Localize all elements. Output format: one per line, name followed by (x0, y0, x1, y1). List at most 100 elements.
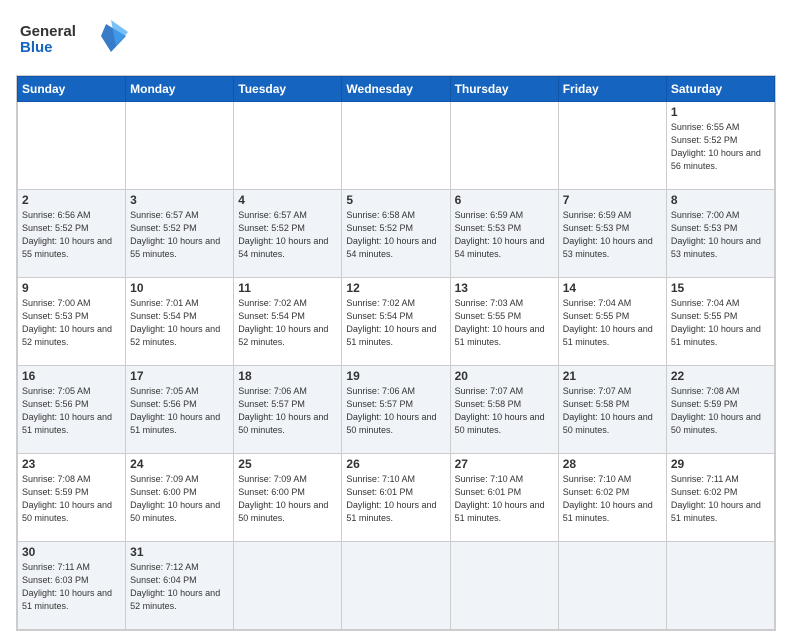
logo: General Blue (16, 16, 136, 65)
day-number: 30 (22, 545, 121, 559)
day-cell-23: 23 Sunrise: 7:08 AMSunset: 5:59 PMDaylig… (18, 454, 126, 542)
day-cell-6: 6 Sunrise: 6:59 AMSunset: 5:53 PMDayligh… (450, 190, 558, 278)
day-number: 20 (455, 369, 554, 383)
day-number: 6 (455, 193, 554, 207)
day-info: Sunrise: 7:09 AMSunset: 6:00 PMDaylight:… (130, 473, 229, 525)
day-info: Sunrise: 7:07 AMSunset: 5:58 PMDaylight:… (563, 385, 662, 437)
day-cell-13: 13 Sunrise: 7:03 AMSunset: 5:55 PMDaylig… (450, 278, 558, 366)
week-row-2: 2 Sunrise: 6:56 AMSunset: 5:52 PMDayligh… (18, 190, 775, 278)
day-info: Sunrise: 7:01 AMSunset: 5:54 PMDaylight:… (130, 297, 229, 349)
day-number: 31 (130, 545, 229, 559)
day-info: Sunrise: 6:59 AMSunset: 5:53 PMDaylight:… (455, 209, 554, 261)
day-cell-7: 7 Sunrise: 6:59 AMSunset: 5:53 PMDayligh… (558, 190, 666, 278)
day-number: 14 (563, 281, 662, 295)
calendar: SundayMondayTuesdayWednesdayThursdayFrid… (16, 75, 776, 631)
day-cell-30: 30 Sunrise: 7:11 AMSunset: 6:03 PMDaylig… (18, 542, 126, 630)
day-info: Sunrise: 6:57 AMSunset: 5:52 PMDaylight:… (238, 209, 337, 261)
day-number: 29 (671, 457, 770, 471)
day-info: Sunrise: 7:05 AMSunset: 5:56 PMDaylight:… (22, 385, 121, 437)
week-row-6: 30 Sunrise: 7:11 AMSunset: 6:03 PMDaylig… (18, 542, 775, 630)
day-number: 17 (130, 369, 229, 383)
day-info: Sunrise: 7:07 AMSunset: 5:58 PMDaylight:… (455, 385, 554, 437)
day-cell-20: 20 Sunrise: 7:07 AMSunset: 5:58 PMDaylig… (450, 366, 558, 454)
page: General Blue SundayMondayTuesdayWednesda… (0, 0, 792, 612)
day-info: Sunrise: 7:00 AMSunset: 5:53 PMDaylight:… (22, 297, 121, 349)
day-cell-2: 2 Sunrise: 6:56 AMSunset: 5:52 PMDayligh… (18, 190, 126, 278)
day-cell-17: 17 Sunrise: 7:05 AMSunset: 5:56 PMDaylig… (126, 366, 234, 454)
empty-cell (558, 102, 666, 190)
empty-cell (558, 542, 666, 630)
day-info: Sunrise: 6:55 AMSunset: 5:52 PMDaylight:… (671, 121, 770, 173)
day-number: 10 (130, 281, 229, 295)
day-cell-26: 26 Sunrise: 7:10 AMSunset: 6:01 PMDaylig… (342, 454, 450, 542)
day-info: Sunrise: 7:08 AMSunset: 5:59 PMDaylight:… (671, 385, 770, 437)
day-header-thursday: Thursday (450, 77, 558, 102)
calendar-table: SundayMondayTuesdayWednesdayThursdayFrid… (17, 76, 775, 630)
day-cell-31: 31 Sunrise: 7:12 AMSunset: 6:04 PMDaylig… (126, 542, 234, 630)
day-number: 28 (563, 457, 662, 471)
day-cell-19: 19 Sunrise: 7:06 AMSunset: 5:57 PMDaylig… (342, 366, 450, 454)
day-number: 23 (22, 457, 121, 471)
day-info: Sunrise: 7:08 AMSunset: 5:59 PMDaylight:… (22, 473, 121, 525)
day-info: Sunrise: 7:06 AMSunset: 5:57 PMDaylight:… (346, 385, 445, 437)
day-number: 25 (238, 457, 337, 471)
day-number: 24 (130, 457, 229, 471)
day-info: Sunrise: 7:10 AMSunset: 6:01 PMDaylight:… (346, 473, 445, 525)
day-number: 16 (22, 369, 121, 383)
day-info: Sunrise: 7:10 AMSunset: 6:01 PMDaylight:… (455, 473, 554, 525)
day-header-friday: Friday (558, 77, 666, 102)
day-number: 26 (346, 457, 445, 471)
svg-text:General: General (20, 23, 76, 40)
week-row-1: 1 Sunrise: 6:55 AMSunset: 5:52 PMDayligh… (18, 102, 775, 190)
day-info: Sunrise: 7:04 AMSunset: 5:55 PMDaylight:… (563, 297, 662, 349)
week-row-5: 23 Sunrise: 7:08 AMSunset: 5:59 PMDaylig… (18, 454, 775, 542)
empty-cell (234, 102, 342, 190)
day-info: Sunrise: 6:58 AMSunset: 5:52 PMDaylight:… (346, 209, 445, 261)
day-cell-24: 24 Sunrise: 7:09 AMSunset: 6:00 PMDaylig… (126, 454, 234, 542)
day-number: 22 (671, 369, 770, 383)
day-number: 27 (455, 457, 554, 471)
day-header-saturday: Saturday (666, 77, 774, 102)
day-number: 15 (671, 281, 770, 295)
day-info: Sunrise: 7:10 AMSunset: 6:02 PMDaylight:… (563, 473, 662, 525)
day-info: Sunrise: 7:11 AMSunset: 6:03 PMDaylight:… (22, 561, 121, 613)
empty-cell (450, 102, 558, 190)
day-number: 12 (346, 281, 445, 295)
day-number: 9 (22, 281, 121, 295)
day-cell-10: 10 Sunrise: 7:01 AMSunset: 5:54 PMDaylig… (126, 278, 234, 366)
day-cell-21: 21 Sunrise: 7:07 AMSunset: 5:58 PMDaylig… (558, 366, 666, 454)
empty-cell (234, 542, 342, 630)
day-info: Sunrise: 6:59 AMSunset: 5:53 PMDaylight:… (563, 209, 662, 261)
header-row: SundayMondayTuesdayWednesdayThursdayFrid… (18, 77, 775, 102)
day-info: Sunrise: 7:04 AMSunset: 5:55 PMDaylight:… (671, 297, 770, 349)
week-row-3: 9 Sunrise: 7:00 AMSunset: 5:53 PMDayligh… (18, 278, 775, 366)
day-info: Sunrise: 7:12 AMSunset: 6:04 PMDaylight:… (130, 561, 229, 613)
empty-cell (126, 102, 234, 190)
logo-icon: General Blue (16, 16, 136, 60)
day-cell-1: 1 Sunrise: 6:55 AMSunset: 5:52 PMDayligh… (666, 102, 774, 190)
day-number: 8 (671, 193, 770, 207)
day-header-tuesday: Tuesday (234, 77, 342, 102)
day-cell-14: 14 Sunrise: 7:04 AMSunset: 5:55 PMDaylig… (558, 278, 666, 366)
day-number: 4 (238, 193, 337, 207)
day-info: Sunrise: 6:56 AMSunset: 5:52 PMDaylight:… (22, 209, 121, 261)
day-cell-16: 16 Sunrise: 7:05 AMSunset: 5:56 PMDaylig… (18, 366, 126, 454)
day-info: Sunrise: 7:09 AMSunset: 6:00 PMDaylight:… (238, 473, 337, 525)
day-cell-9: 9 Sunrise: 7:00 AMSunset: 5:53 PMDayligh… (18, 278, 126, 366)
day-info: Sunrise: 7:11 AMSunset: 6:02 PMDaylight:… (671, 473, 770, 525)
day-cell-4: 4 Sunrise: 6:57 AMSunset: 5:52 PMDayligh… (234, 190, 342, 278)
day-number: 7 (563, 193, 662, 207)
day-info: Sunrise: 7:02 AMSunset: 5:54 PMDaylight:… (346, 297, 445, 349)
day-cell-22: 22 Sunrise: 7:08 AMSunset: 5:59 PMDaylig… (666, 366, 774, 454)
week-row-4: 16 Sunrise: 7:05 AMSunset: 5:56 PMDaylig… (18, 366, 775, 454)
day-number: 1 (671, 105, 770, 119)
day-info: Sunrise: 7:00 AMSunset: 5:53 PMDaylight:… (671, 209, 770, 261)
day-cell-29: 29 Sunrise: 7:11 AMSunset: 6:02 PMDaylig… (666, 454, 774, 542)
day-number: 21 (563, 369, 662, 383)
svg-text:Blue: Blue (20, 39, 53, 56)
empty-cell (666, 542, 774, 630)
day-number: 13 (455, 281, 554, 295)
header: General Blue (16, 16, 776, 65)
day-info: Sunrise: 7:02 AMSunset: 5:54 PMDaylight:… (238, 297, 337, 349)
empty-cell (18, 102, 126, 190)
